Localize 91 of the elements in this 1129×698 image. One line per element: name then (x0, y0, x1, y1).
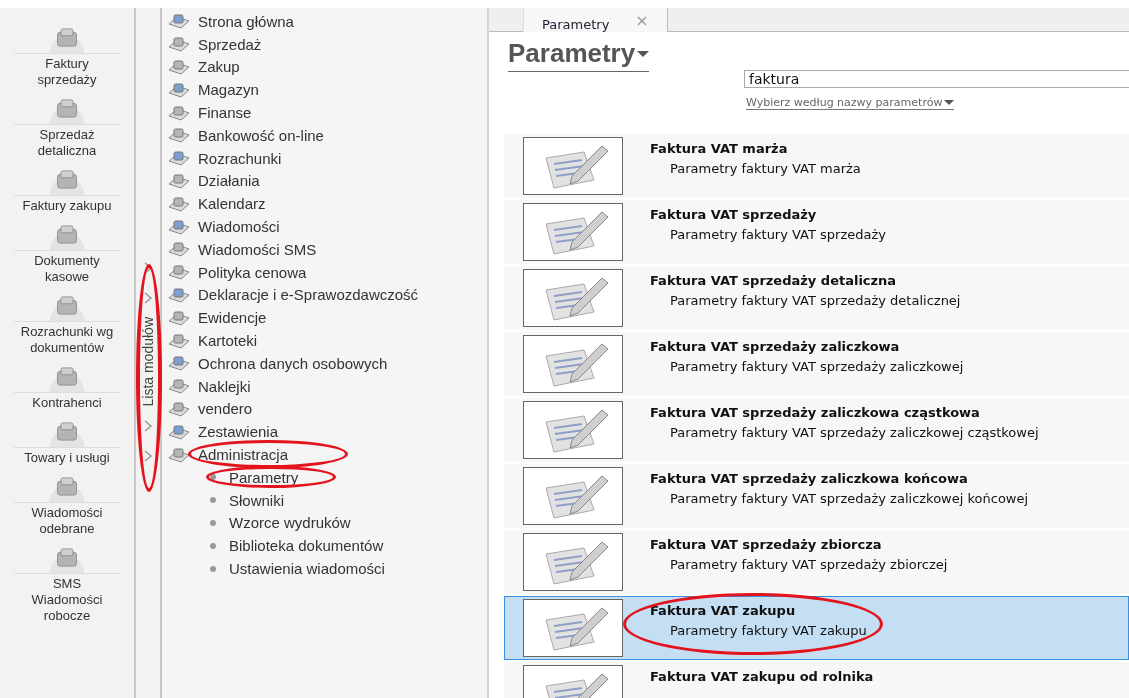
parameter-title: Faktura VAT sprzedaży zaliczkowa cząstkowa (650, 405, 981, 420)
caret-icon (944, 100, 955, 105)
parameter-row[interactable]: Faktura VAT sprzedaży zaliczkowa Parametry faktury VAT sprzedaży zaliczkowej (504, 332, 1129, 396)
module-icon (168, 240, 190, 259)
tree-item[interactable]: Ochrona danych osobowych (198, 354, 388, 372)
tree-item[interactable]: Wiadomości SMS (198, 240, 317, 258)
tree-item[interactable]: Wzorce wydruków (229, 514, 351, 532)
parameter-description: Parametry faktury VAT sprzedaży zbiorczej (669, 557, 948, 572)
tree-item[interactable]: Bankowość on-line (198, 126, 324, 144)
module-shortcut[interactable]: Faktury sprzedaży (0, 22, 134, 92)
tree-item[interactable]: Ustawienia wiadomości (229, 560, 385, 577)
tree-item[interactable]: Parametry (229, 468, 299, 486)
tree-item[interactable]: Ewidencje (198, 309, 267, 327)
tree-item[interactable]: Biblioteka dokumentów (229, 537, 384, 555)
module-icon (168, 80, 190, 99)
parameter-description: Parametry faktury VAT zakupu (669, 623, 867, 638)
module-icon (168, 354, 190, 373)
tree-item[interactable]: vendero (198, 400, 253, 418)
module-icon (168, 422, 190, 441)
parameter-row[interactable]: Faktura VAT sprzedaży detaliczna Parametry faktury VAT sprzedaży detalicznej (504, 266, 1129, 330)
module-icon (168, 126, 190, 145)
parameter-description: Parametry faktury VAT sprzedaży detalicznej (669, 293, 961, 308)
tree-item[interactable]: Sprzedaż (198, 35, 262, 53)
module-icon (168, 217, 190, 236)
parameter-description: Parametry faktury VAT sprzedaży zaliczkowej końcowej (669, 491, 1029, 506)
tree-item[interactable]: Kartoteki (198, 332, 258, 350)
module-icon (168, 285, 190, 304)
module-shortcut[interactable]: Kontrahenci (0, 361, 134, 415)
parameter-row[interactable]: Faktura VAT sprzedaży Parametry faktury VAT sprzedaży (504, 200, 1129, 264)
tree-item[interactable]: Słowniki (229, 491, 285, 509)
parameter-title: Faktura VAT zakupu (650, 603, 797, 618)
parameter-description: Parametry faktury VAT sprzedaży (669, 227, 886, 242)
module-shortcut[interactable]: Towary i usługi (0, 416, 134, 470)
module-icon (168, 171, 190, 190)
chevron-icon (143, 448, 153, 463)
tree-item[interactable]: Strona główna (198, 12, 294, 30)
module-shortcut[interactable]: SMS Wiadomości robocze (0, 542, 134, 628)
tree-item[interactable]: Kalendarz (198, 195, 266, 213)
module-icon (168, 399, 190, 418)
parameter-title: Faktura VAT marża (650, 141, 789, 156)
tree-item[interactable]: Administracja (198, 446, 289, 464)
module-icon (168, 103, 190, 122)
parameter-title: Faktura VAT sprzedaży zaliczkowa (650, 339, 901, 354)
tab[interactable]: Parametry × (523, 8, 668, 32)
page-title-dropdown[interactable]: Parametry (508, 38, 650, 72)
module-shortcut[interactable]: Dokumenty kasowe (0, 219, 134, 289)
caret-icon (637, 50, 650, 57)
parameter-row[interactable]: Faktura VAT marża Parametry faktury VAT marża (504, 134, 1129, 198)
search-field[interactable]: faktura (744, 70, 1129, 88)
parameter-row[interactable]: Faktura VAT zakupu od rolnika (504, 662, 1129, 698)
filter-dropdown-link[interactable]: Wybierz według nazwy parametrów (746, 96, 955, 110)
module-icon (168, 445, 190, 464)
parameter-description: Parametry faktury VAT sprzedaży zaliczkowej cząstkowej (669, 425, 1039, 440)
module-icon (168, 35, 190, 54)
module-icon (168, 58, 190, 76)
parameter-row[interactable]: Faktura VAT sprzedaży zbiorcza Parametry faktury VAT sprzedaży zbiorczej (504, 530, 1129, 594)
module-icon (168, 12, 190, 31)
parameter-title: Faktura VAT sprzedaży zbiorcza (650, 537, 883, 552)
parameter-description: Parametry faktury VAT sprzedaży zaliczkowej (669, 359, 964, 374)
parameter-title: Faktura VAT sprzedaży (650, 207, 818, 222)
module-shortcut[interactable]: Wiadomości odebrane (0, 471, 134, 541)
module-shortcut[interactable]: Rozrachunki wg dokumentów (0, 290, 134, 360)
chevron-icon (143, 291, 153, 305)
module-icon (168, 331, 190, 350)
tree-item[interactable]: Działania (198, 172, 260, 190)
module-icon (168, 149, 190, 168)
module-icon (168, 377, 190, 396)
module-icon (168, 263, 190, 282)
parameter-description: Parametry faktury VAT marża (669, 161, 861, 176)
module-shortcut[interactable]: Sprzedaż detaliczna (0, 93, 134, 163)
tree-item[interactable]: Polityka cenowa (198, 263, 307, 281)
tree-item[interactable]: Wiadomości (198, 218, 280, 236)
module-shortcut[interactable]: Faktury zakupu (0, 164, 134, 218)
chevron-icon (143, 418, 153, 433)
tree-item[interactable]: Zakup (198, 58, 240, 76)
chevron-icon (143, 261, 153, 275)
parameter-title: Faktura VAT sprzedaży detaliczna (650, 273, 898, 288)
tree-item[interactable]: Rozrachunki (198, 149, 282, 167)
tree-item[interactable]: Naklejki (198, 377, 251, 395)
tree-item[interactable]: Magazyn (198, 81, 259, 99)
parameter-title: Faktura VAT sprzedaży zaliczkowa końcowa (650, 471, 969, 486)
module-icon (168, 194, 190, 213)
module-list-toggle[interactable]: Lista modułów (140, 317, 156, 407)
parameter-title: Faktura VAT zakupu od rolnika (650, 669, 874, 684)
tree-item[interactable]: Zestawienia (198, 423, 279, 441)
parameter-row[interactable]: Faktura VAT zakupu Parametry faktury VAT zakupu (504, 596, 1129, 660)
parameter-row[interactable]: Faktura VAT sprzedaży zaliczkowa cząstkowa Parametry faktury VAT sprzedaży zaliczkowej cząstkowej (504, 398, 1129, 462)
tree-item[interactable]: Finanse (198, 104, 252, 122)
module-icon (168, 308, 190, 327)
tree-item[interactable]: Deklaracje i e-Sprawozdawczość (198, 286, 419, 304)
parameter-row[interactable]: Faktura VAT sprzedaży zaliczkowa końcowa Parametry faktury VAT sprzedaży zaliczkowej końcowej (504, 464, 1129, 528)
